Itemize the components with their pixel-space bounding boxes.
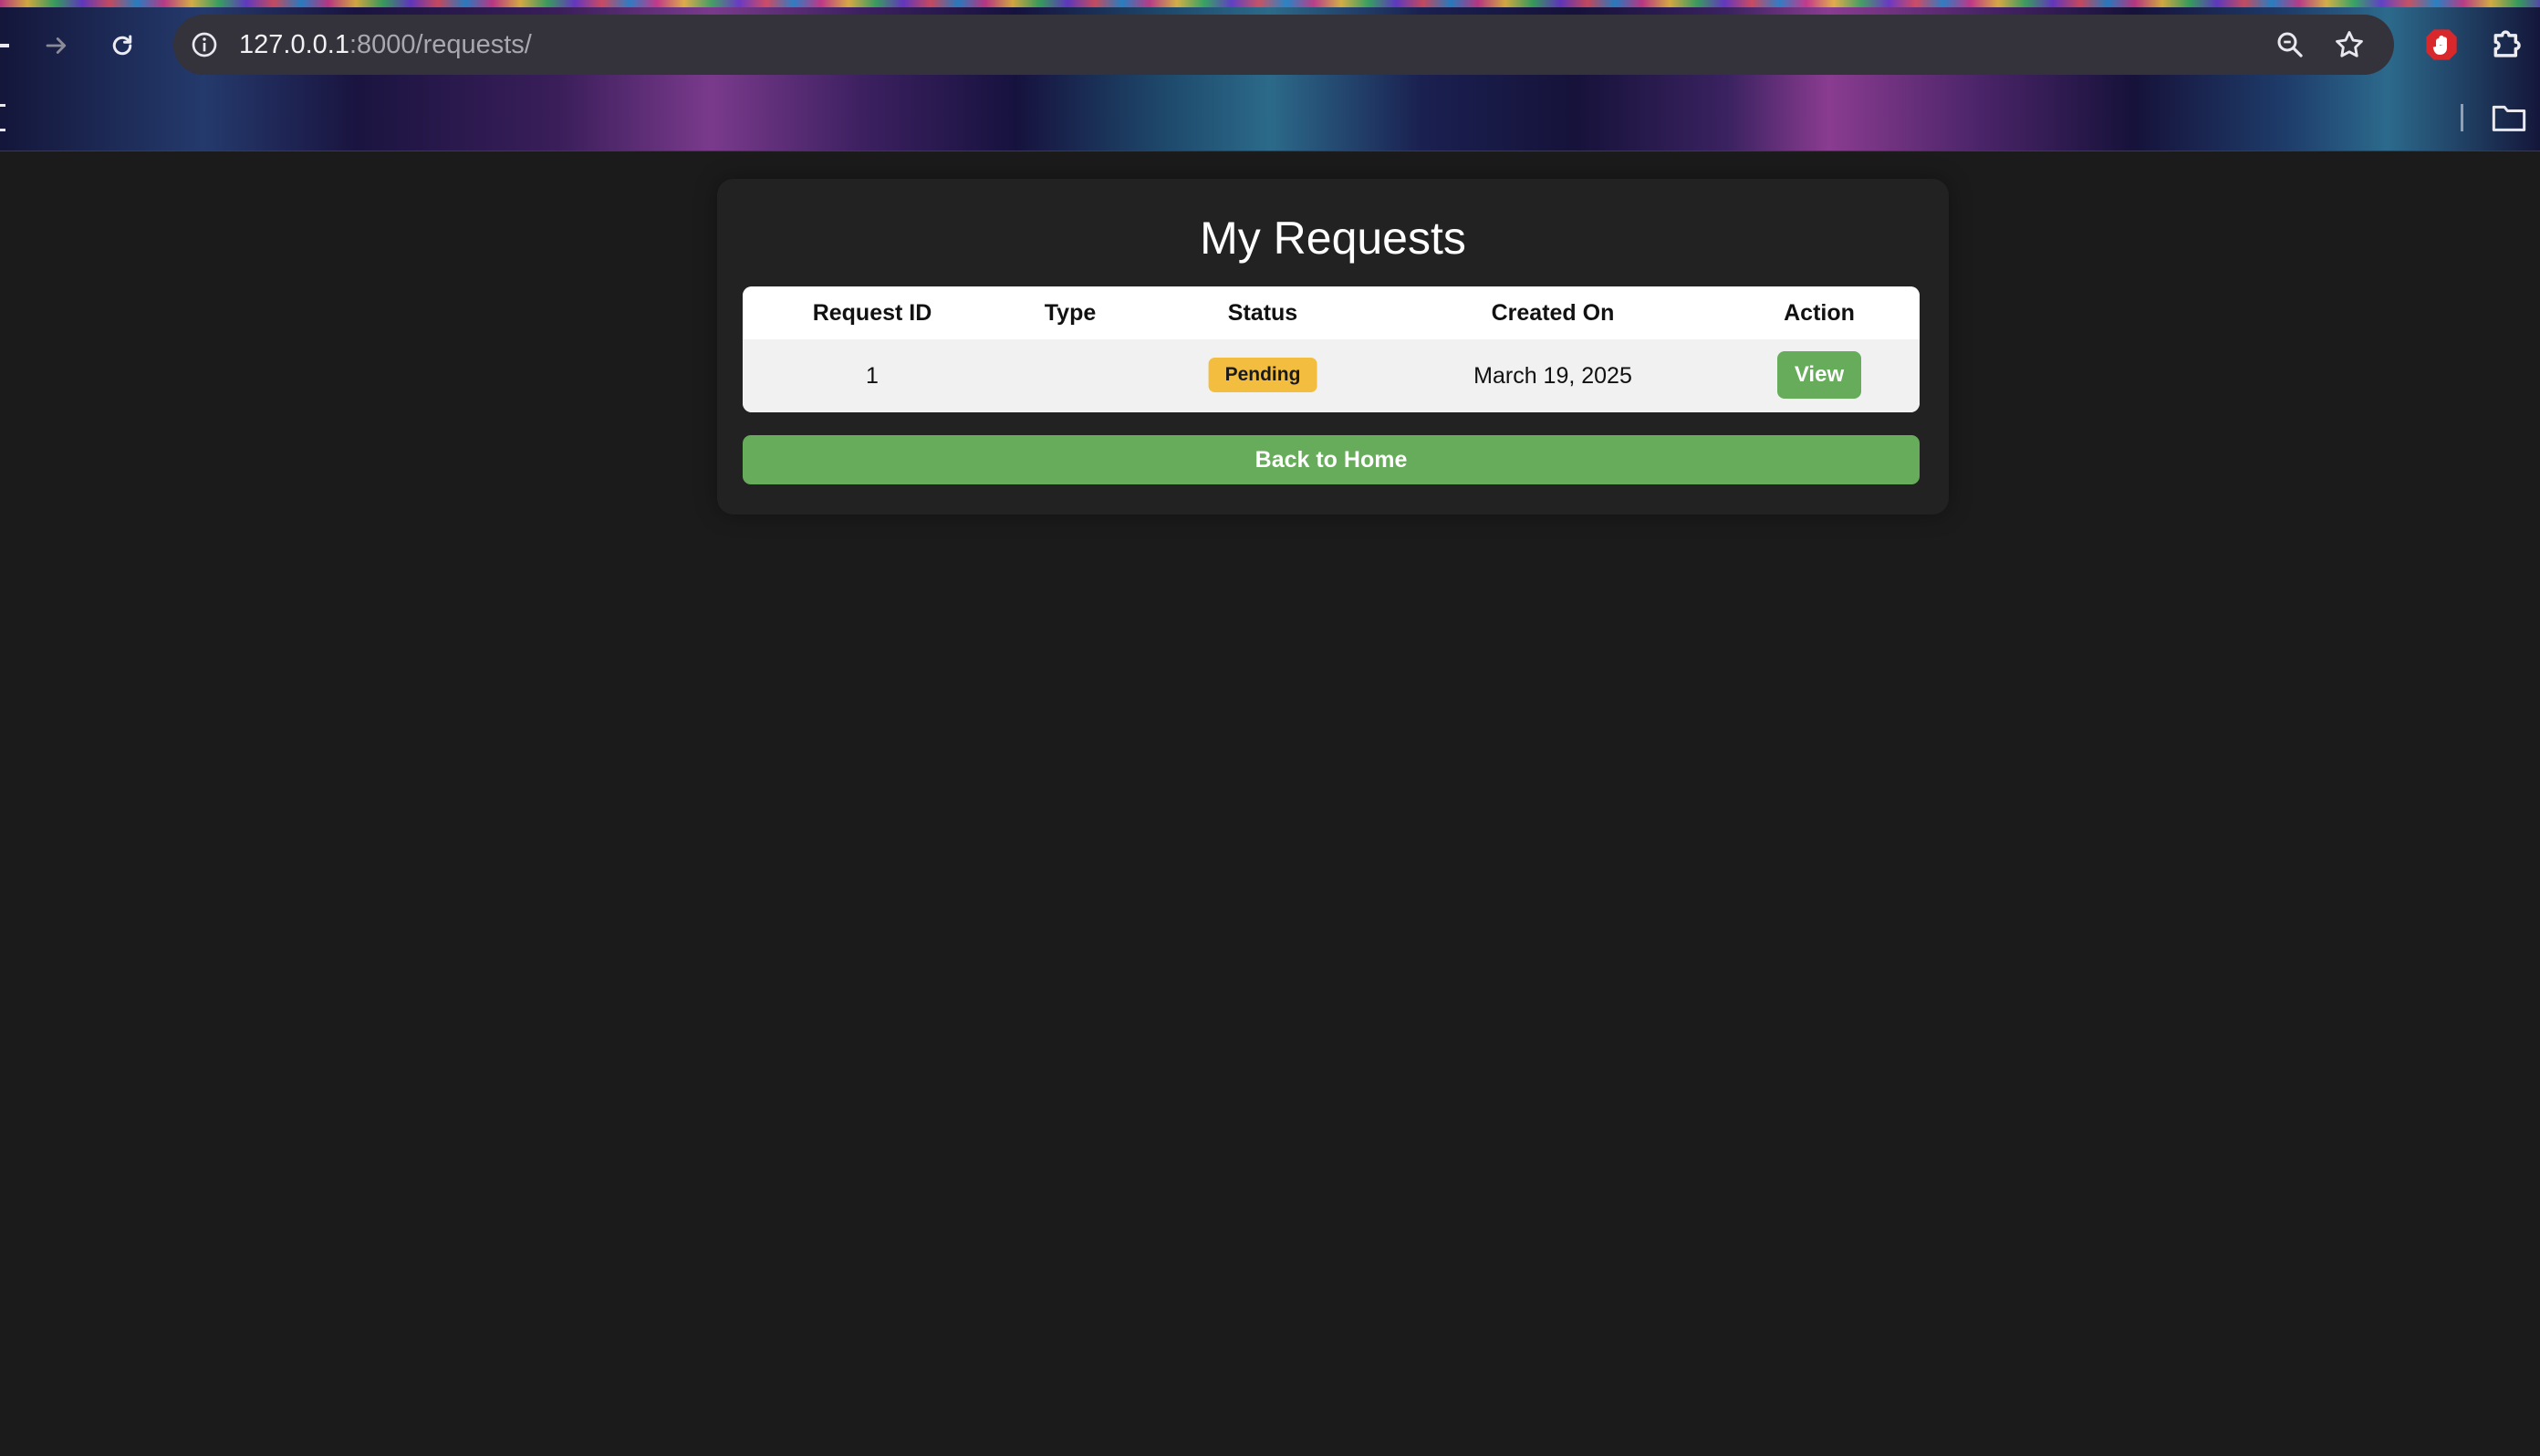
forward-icon[interactable] bbox=[35, 24, 78, 68]
cell-created-on: March 19, 2025 bbox=[1473, 363, 1632, 389]
tab-strip-edge bbox=[0, 0, 2540, 7]
header-created-on: Created On bbox=[1491, 300, 1615, 326]
cell-request-id: 1 bbox=[866, 363, 879, 389]
url-host: 127.0.0.1 bbox=[239, 30, 349, 59]
bookmark-star-icon[interactable] bbox=[2332, 27, 2367, 62]
header-request-id: Request ID bbox=[812, 300, 932, 326]
adblock-extension-icon[interactable] bbox=[2423, 26, 2460, 63]
reload-icon[interactable] bbox=[100, 24, 144, 68]
address-bar[interactable]: 127.0.0.1:8000/requests/ bbox=[173, 15, 2394, 75]
table-row: 1 Pending March 19, 2025 View bbox=[743, 339, 1920, 412]
bookmarks-folder-icon[interactable] bbox=[2491, 102, 2527, 133]
site-info-icon[interactable] bbox=[190, 30, 219, 59]
bookmarks-separator bbox=[2461, 104, 2463, 131]
table-header: Request ID Type Status Created On Action bbox=[743, 286, 1920, 339]
requests-table: Request ID Type Status Created On Action… bbox=[743, 286, 1920, 412]
apps-shortcut-icon[interactable] bbox=[0, 104, 5, 131]
status-badge: Pending bbox=[1208, 358, 1317, 392]
url-path: :8000/requests/ bbox=[349, 30, 532, 59]
header-type: Type bbox=[1044, 300, 1097, 326]
extensions-puzzle-icon[interactable] bbox=[2489, 24, 2529, 64]
view-button[interactable]: View bbox=[1777, 351, 1861, 399]
header-action: Action bbox=[1784, 300, 1855, 326]
back-arrow-icon[interactable] bbox=[0, 44, 9, 47]
browser-chrome: 127.0.0.1:8000/requests/ bbox=[0, 0, 2540, 151]
url-text[interactable]: 127.0.0.1:8000/requests/ bbox=[239, 29, 532, 60]
back-to-home-button[interactable]: Back to Home bbox=[743, 435, 1920, 484]
page-title: My Requests bbox=[1200, 213, 1466, 264]
requests-card: My Requests Request ID Type Status Creat… bbox=[717, 179, 1949, 515]
header-status: Status bbox=[1227, 300, 1298, 326]
zoom-icon[interactable] bbox=[2274, 28, 2306, 61]
